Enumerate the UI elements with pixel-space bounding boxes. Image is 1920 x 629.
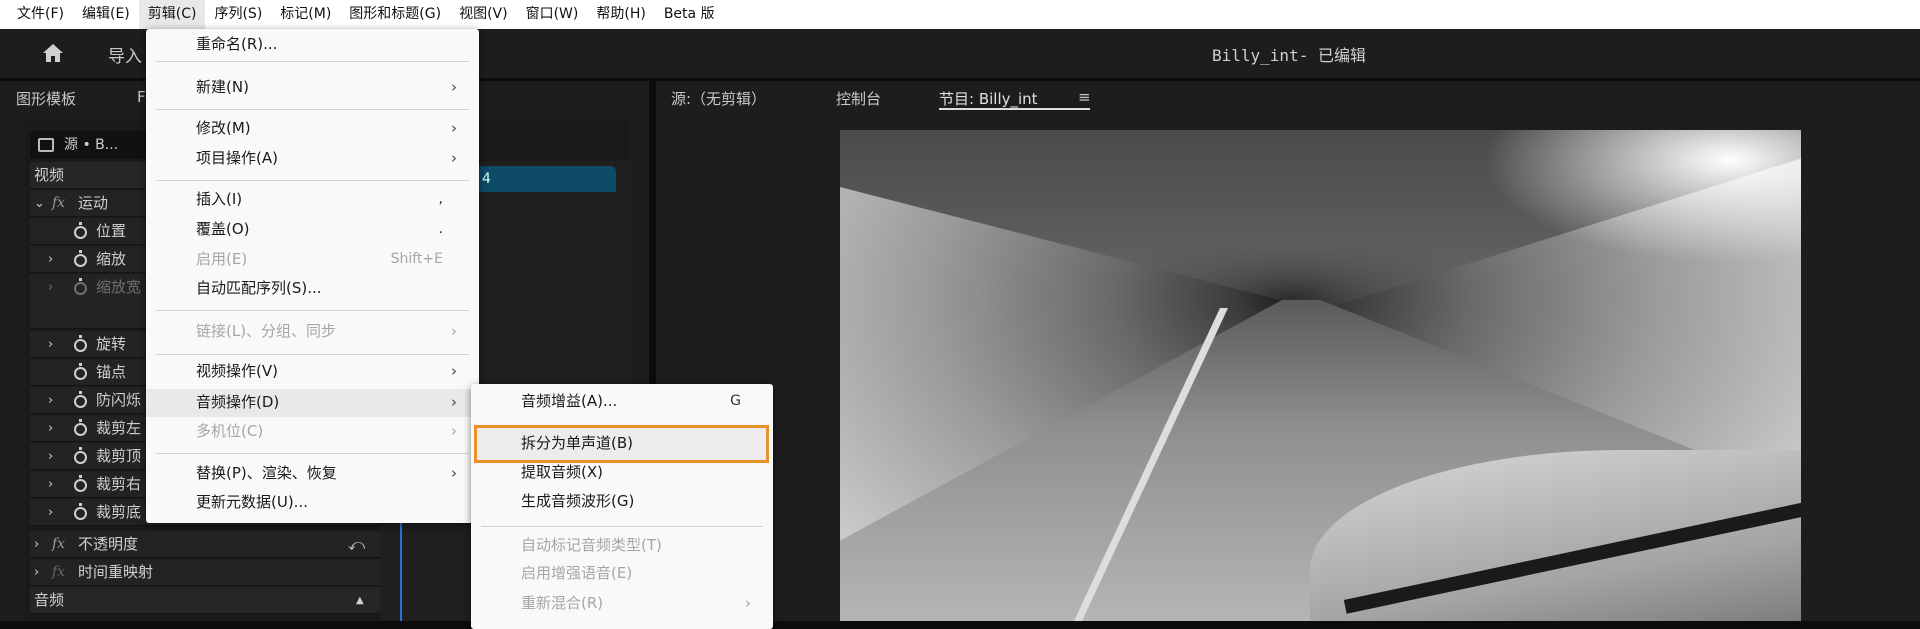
- menu-item-overwrite[interactable]: 覆盖(O).: [146, 216, 479, 243]
- menu-sequence[interactable]: 序列(S): [205, 0, 271, 29]
- tab-console[interactable]: 控制台: [836, 88, 881, 109]
- menu-item-auto-match[interactable]: 自动匹配序列(S)...: [146, 275, 479, 302]
- home-icon[interactable]: [42, 43, 64, 63]
- menu-item-new[interactable]: 新建(N) ›: [146, 74, 479, 101]
- stopwatch-icon: [74, 419, 87, 436]
- stopwatch-icon: [74, 335, 87, 352]
- menu-item-insert[interactable]: 插入(I),: [146, 186, 479, 213]
- menu-item-multicam[interactable]: 多机位(C) ›: [146, 418, 479, 445]
- submenu-remix[interactable]: 重新混合(R) ›: [471, 590, 773, 617]
- menu-bar: 文件(F) 编辑(E) 剪辑(C) 序列(S) 标记(M) 图形和标题(G) 视…: [0, 0, 1920, 29]
- effect-time-remap[interactable]: › fx 时间重映射: [30, 559, 380, 586]
- stopwatch-icon: [74, 503, 87, 520]
- submenu-auto-tag[interactable]: 自动标记音频类型(T): [471, 532, 773, 559]
- submenu-enhance-speech[interactable]: 启用增强语音(E): [471, 560, 773, 587]
- menu-item-project-ops[interactable]: 项目操作(A) ›: [146, 145, 479, 172]
- menu-item-update-metadata[interactable]: 更新元数据(U)...: [146, 489, 479, 516]
- menu-view[interactable]: 视图(V): [450, 0, 517, 29]
- tab-graphics-templates[interactable]: 图形模板: [16, 88, 76, 109]
- tab-effect-controls[interactable]: F: [137, 88, 146, 106]
- stopwatch-icon: [74, 250, 87, 267]
- reset-icon[interactable]: ⤺: [348, 531, 365, 558]
- menu-item-enable[interactable]: 启用(E) Shift+E: [146, 246, 479, 273]
- menu-beta[interactable]: Beta 版: [655, 0, 724, 29]
- submenu-render-waveform[interactable]: 生成音频波形(G): [471, 488, 773, 515]
- menu-file[interactable]: 文件(F): [8, 0, 73, 29]
- program-monitor-panel: 源:（无剪辑） 控制台 节目: Billy_int ≡: [656, 81, 1920, 621]
- menu-graphics[interactable]: 图形和标题(G): [340, 0, 450, 29]
- clip-menu: 重命名(R)... 新建(N) › 修改(M) › 项目操作(A) › 插入(I), …: [146, 29, 479, 523]
- stopwatch-icon: [74, 222, 87, 239]
- menu-markers[interactable]: 标记(M): [271, 0, 340, 29]
- video-frame: [840, 130, 1801, 621]
- menu-item-rename[interactable]: 重命名(R)...: [146, 31, 479, 58]
- menu-edit[interactable]: 编辑(E): [73, 0, 139, 29]
- stopwatch-icon: [74, 475, 87, 492]
- active-tab-underline: [939, 108, 1090, 110]
- menu-item-video-ops[interactable]: 视频操作(V) ›: [146, 358, 479, 385]
- stopwatch-icon: [74, 391, 87, 408]
- source-dropdown[interactable]: 源 • B...: [30, 131, 160, 159]
- audio-submenu: 音频增益(A)... G 拆分为单声道(B) 提取音频(X) 生成音频波形(G) …: [471, 384, 773, 629]
- menu-item-audio-ops[interactable]: 音频操作(D) ›: [146, 389, 479, 417]
- timeline-clip[interactable]: 4: [478, 166, 616, 192]
- collapse-icon[interactable]: ▲: [356, 587, 364, 614]
- menu-clip[interactable]: 剪辑(C): [138, 0, 206, 29]
- stopwatch-icon: [74, 447, 87, 464]
- effect-opacity[interactable]: › fx 不透明度 ⤺: [30, 531, 380, 558]
- panel-menu-icon[interactable]: ≡: [1078, 88, 1091, 106]
- submenu-split-mono[interactable]: 拆分为单声道(B): [471, 430, 773, 457]
- source-dropdown-label: 源 • B...: [64, 137, 119, 153]
- submenu-audio-gain[interactable]: 音频增益(A)... G: [471, 388, 773, 415]
- menu-item-replace-render[interactable]: 替换(P)、渲染、恢复 ›: [146, 460, 479, 487]
- menu-item-link-group[interactable]: 链接(L)、分组、同步 ›: [146, 318, 479, 345]
- project-title: Billy_int- 已编辑: [1212, 46, 1366, 65]
- stopwatch-icon: [74, 363, 87, 380]
- section-audio[interactable]: 音频 ▲: [30, 587, 380, 614]
- menu-window[interactable]: 窗口(W): [517, 0, 588, 29]
- menu-item-modify[interactable]: 修改(M) ›: [146, 115, 479, 142]
- import-tab[interactable]: 导入: [108, 42, 142, 67]
- tab-program[interactable]: 节目: Billy_int: [939, 88, 1038, 109]
- tab-source[interactable]: 源:（无剪辑）: [671, 88, 766, 109]
- menu-help[interactable]: 帮助(H): [587, 0, 654, 29]
- clip-icon: [38, 138, 54, 152]
- submenu-extract-audio[interactable]: 提取音频(X): [471, 459, 773, 486]
- stopwatch-icon: [74, 278, 87, 295]
